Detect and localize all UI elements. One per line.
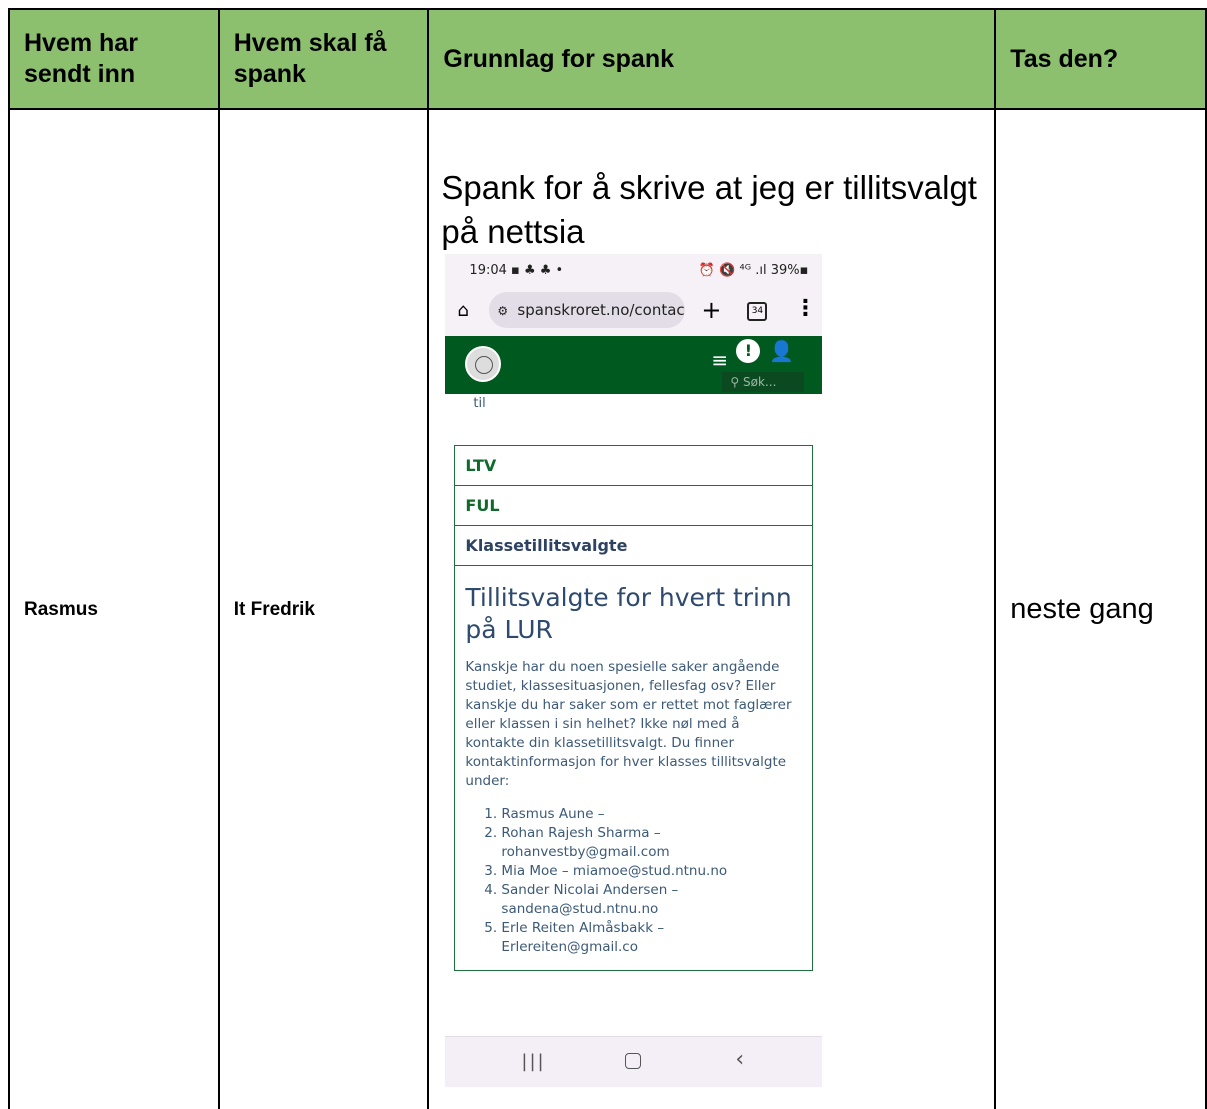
header-row: Hvem har sendt inn Hvem skal få spank Gr… [8,8,1207,110]
list-item: Mia Moe – miamoe@stud.ntnu.no [501,862,802,881]
target-cell[interactable]: It Fredrik [217,108,430,1109]
list-item: Rasmus Aune – [501,805,802,824]
status-time: 19:04 ▪ ♣ ♣ • [469,263,564,278]
list-item: Erle Reiten Almåsbakk – Erlereiten@gmail… [501,919,802,957]
header-decision: Tas den? [994,8,1207,110]
menu-row-klassetillitsvalgte: Klassetillitsvalgte [455,526,813,566]
card-paragraph: Kanskje har du noen spesielle saker angå… [465,659,792,789]
list-item: Sander Nicolai Andersen – sandena@stud.n… [501,881,802,919]
alert-icon: ! [736,339,761,363]
phone-status-bar: 19:04 ▪ ♣ ♣ • ⏰ 🔇 ⁴ᴳ .ıl 39%▪ [445,254,823,288]
back-icon: ‹ [735,1047,745,1072]
home-icon: ⌂ [457,300,469,321]
recents-icon: ||| [521,1051,546,1072]
table-row: Rasmus It Fredrik Spank for å skrive at … [8,108,1207,1109]
list-item: Rohan Rajesh Sharma – rohanvestby@gmail.… [501,824,802,862]
menu-row-ful: FUL [455,486,813,526]
reason-cell[interactable]: Spank for å skrive at jeg er tillitsvalg… [427,108,997,1109]
home-button-icon [625,1053,642,1069]
decision-cell[interactable]: neste gang [994,108,1207,1109]
user-lock-icon: 👤 [769,339,795,363]
site-header: ≡ ! 👤 ⚲ Søk... [445,336,823,394]
search-placeholder: Søk... [743,375,777,389]
phone-screenshot: 19:04 ▪ ♣ ♣ • ⏰ 🔇 ⁴ᴳ .ıl 39%▪ ⌂ ⚙ spanskr… [445,254,823,1087]
reason-text: Spank for å skrive at jeg er tillitsvalg… [441,169,977,250]
spank-table: Hvem har sendt inn Hvem skal få spank Gr… [8,8,1207,1109]
content-card: LTV FUL Klassetillitsvalgte Tillitsvalgt… [454,445,814,971]
sender-cell[interactable]: Rasmus [8,108,220,1109]
site-logo [465,346,502,382]
rep-list: Rasmus Aune – Rohan Rajesh Sharma – roha… [483,805,802,957]
site-settings-icon: ⚙ [497,304,509,318]
search-icon: ⚲ [730,375,744,389]
site-search: ⚲ Søk... [722,372,805,392]
url-field: ⚙ spanskroret.no/contac [489,292,686,328]
url-text: spanskroret.no/contac [517,301,685,319]
status-icons: ⏰ 🔇 ⁴ᴳ .ıl 39%▪ [698,263,809,278]
phone-nav-bar: ||| ‹ [445,1036,823,1087]
more-menu-icon: ⋮ [794,296,817,321]
new-tab-icon: + [701,296,722,324]
header-sender: Hvem har sendt inn [8,8,220,110]
menu-row-ltv: LTV [455,446,813,486]
header-reason: Grunnlag for spank [427,8,997,110]
browser-toolbar: ⌂ ⚙ spanskroret.no/contac + 34 ⋮ [445,288,823,336]
card-heading: Tillitsvalgte for hvert trinn på LUR [465,583,792,644]
tabs-count-icon: 34 [747,302,768,321]
til-text: til [473,396,486,411]
hamburger-icon: ≡ [711,348,729,372]
header-target: Hvem skal få spank [217,8,430,110]
